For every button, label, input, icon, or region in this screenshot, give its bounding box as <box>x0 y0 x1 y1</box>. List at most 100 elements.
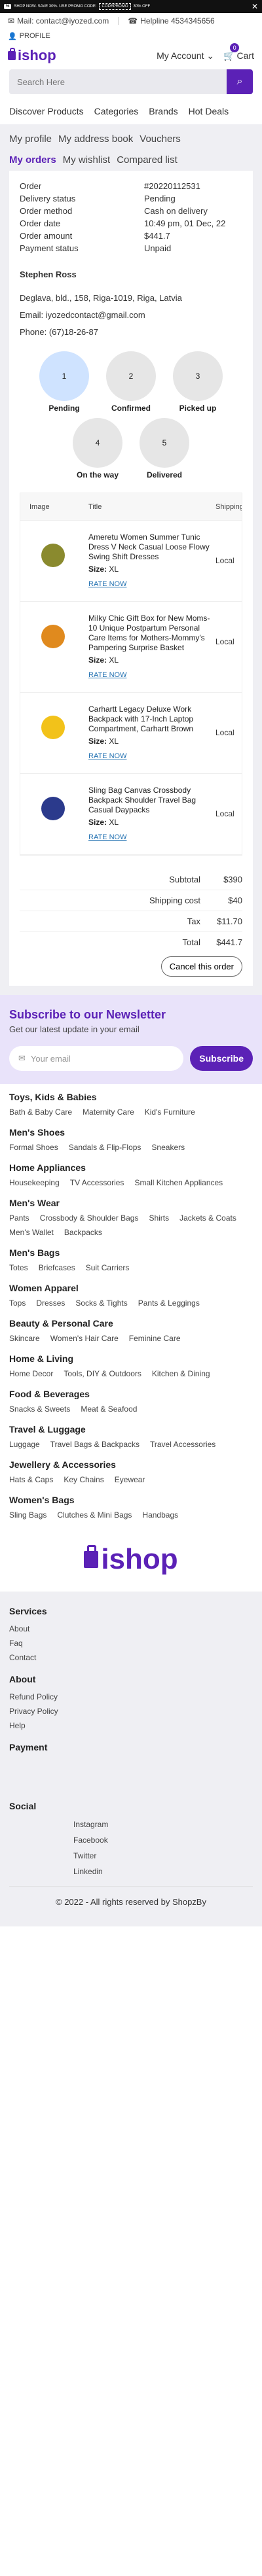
category-link[interactable]: Sling Bags <box>9 1510 47 1520</box>
category-link[interactable]: Small Kitchen Appliances <box>134 1178 223 1187</box>
category-group-title[interactable]: Men's Bags <box>9 1247 253 1258</box>
category-link[interactable]: Crossbody & Shoulder Bags <box>40 1213 139 1223</box>
footer-link-refund[interactable]: Refund Policy <box>9 1690 253 1704</box>
category-link[interactable]: Clutches & Mini Bags <box>57 1510 132 1520</box>
footer-link-contact[interactable]: Contact <box>9 1650 253 1665</box>
footer-link-about[interactable]: About <box>9 1622 253 1636</box>
category-link[interactable]: Pants & Leggings <box>138 1298 200 1308</box>
category-link[interactable]: Travel Accessories <box>150 1440 215 1449</box>
rate-now-link[interactable]: RATE NOW <box>88 670 126 680</box>
product-image[interactable] <box>41 544 65 567</box>
category-link[interactable]: Maternity Care <box>83 1107 134 1117</box>
brand-logo[interactable]: ishop <box>8 47 56 64</box>
social-instagram[interactable]: Instagram <box>9 1817 253 1832</box>
footer-link-privacy[interactable]: Privacy Policy <box>9 1704 253 1718</box>
category-link[interactable]: Kid's Furniture <box>145 1107 195 1117</box>
nav-brands[interactable]: Brands <box>149 106 178 116</box>
category-link[interactable]: Handbags <box>142 1510 178 1520</box>
category-link[interactable]: Dresses <box>36 1298 65 1308</box>
category-link[interactable]: Luggage <box>9 1440 40 1449</box>
category-link[interactable]: TV Accessories <box>70 1178 124 1187</box>
category-group-title[interactable]: Home Appliances <box>9 1162 253 1173</box>
category-link[interactable]: Eyewear <box>115 1475 145 1484</box>
product-image[interactable] <box>41 797 65 820</box>
category-link[interactable]: Home Decor <box>9 1369 53 1378</box>
category-group-title[interactable]: Food & Beverages <box>9 1389 253 1399</box>
tab-my-profile[interactable]: My profile <box>9 133 52 145</box>
category-group-title[interactable]: Home & Living <box>9 1353 253 1364</box>
product-image[interactable] <box>41 625 65 648</box>
category-link[interactable]: Shirts <box>149 1213 169 1223</box>
my-account-menu[interactable]: My Account ⌄ <box>157 50 214 61</box>
category-group-title[interactable]: Toys, Kids & Babies <box>9 1092 253 1102</box>
rate-now-link[interactable]: RATE NOW <box>88 833 126 843</box>
social-twitter[interactable]: Twitter <box>9 1848 253 1864</box>
product-title[interactable]: Sling Bag Canvas Crossbody Backpack Shou… <box>88 786 210 815</box>
category-link[interactable]: Meat & Seafood <box>81 1404 137 1414</box>
cancel-order-button[interactable]: Cancel this order <box>160 956 242 977</box>
footer-link-faq[interactable]: Faq <box>9 1636 253 1650</box>
category-link[interactable]: Men's Wallet <box>9 1228 54 1237</box>
category-link[interactable]: Sandals & Flip-Flops <box>69 1143 141 1152</box>
close-icon[interactable]: ✕ <box>252 2 258 11</box>
product-title[interactable]: Ameretu Women Summer Tunic Dress V Neck … <box>88 532 210 562</box>
mail-info[interactable]: ✉ Mail: contact@iyozed.com <box>8 16 109 26</box>
category-link[interactable]: Hats & Caps <box>9 1475 53 1484</box>
tab-my-wishlist[interactable]: My wishlist <box>63 154 111 165</box>
category-link[interactable]: Skincare <box>9 1334 40 1343</box>
promo-code[interactable]: CODEPROMO <box>99 3 131 10</box>
product-title[interactable]: Carhartt Legacy Deluxe Work Backpack wit… <box>88 705 210 734</box>
category-group-title[interactable]: Men's Shoes <box>9 1127 253 1138</box>
category-link[interactable]: Women's Hair Care <box>50 1334 119 1343</box>
cart-button[interactable]: 🛒 0 Cart <box>223 43 254 61</box>
category-link[interactable]: Pants <box>9 1213 29 1223</box>
footer-logo[interactable]: ishop <box>0 1530 262 1592</box>
subscribe-button[interactable]: Subscribe <box>190 1046 253 1071</box>
tab-address-book[interactable]: My address book <box>58 133 133 145</box>
product-title[interactable]: Milky Chic Gift Box for New Moms- 10 Uni… <box>88 614 210 653</box>
nav-categories[interactable]: Categories <box>94 106 139 116</box>
social-facebook[interactable]: Facebook <box>9 1832 253 1848</box>
profile-link[interactable]: 👤 PROFILE <box>0 29 262 43</box>
nav-discover-products[interactable]: Discover Products <box>9 106 84 116</box>
product-image[interactable] <box>41 716 65 739</box>
search-input[interactable] <box>9 69 227 94</box>
tab-vouchers[interactable]: Vouchers <box>140 133 181 145</box>
email-field[interactable]: ✉ Your email <box>9 1046 184 1071</box>
category-link[interactable]: Tools, DIY & Outdoors <box>64 1369 141 1378</box>
category-link[interactable]: Sneakers <box>151 1143 185 1152</box>
category-group-title[interactable]: Women's Bags <box>9 1495 253 1505</box>
category-group-title[interactable]: Beauty & Personal Care <box>9 1318 253 1329</box>
rate-now-link[interactable]: RATE NOW <box>88 752 126 761</box>
field-value: $441.7 <box>144 231 170 241</box>
search-button[interactable]: ⌕ <box>227 69 253 94</box>
category-link[interactable]: Kitchen & Dining <box>152 1369 210 1378</box>
tab-compared-list[interactable]: Compared list <box>117 154 178 165</box>
category-link[interactable]: Briefcases <box>39 1263 75 1272</box>
category-link[interactable]: Jackets & Coats <box>179 1213 236 1223</box>
category-link[interactable]: Key Chains <box>64 1475 103 1484</box>
social-heading: Social <box>9 1801 37 1811</box>
category-link[interactable]: Snacks & Sweets <box>9 1404 70 1414</box>
rate-now-link[interactable]: RATE NOW <box>88 580 126 589</box>
category-group-title[interactable]: Travel & Luggage <box>9 1424 253 1435</box>
category-link[interactable]: Formal Shoes <box>9 1143 58 1152</box>
phone-info[interactable]: ☎ Helpline 4534345656 <box>128 16 214 26</box>
category-group-title[interactable]: Women Apparel <box>9 1283 253 1293</box>
category-link[interactable]: Housekeeping <box>9 1178 60 1187</box>
table-row: Milky Chic Gift Box for New Moms- 10 Uni… <box>20 602 242 693</box>
category-link[interactable]: Bath & Baby Care <box>9 1107 72 1117</box>
nav-hot-deals[interactable]: Hot Deals <box>189 106 229 116</box>
category-link[interactable]: Totes <box>9 1263 28 1272</box>
tab-my-orders[interactable]: My orders <box>9 154 56 165</box>
category-link[interactable]: Travel Bags & Backpacks <box>50 1440 140 1449</box>
category-link[interactable]: Backpacks <box>64 1228 102 1237</box>
category-link[interactable]: Socks & Tights <box>75 1298 127 1308</box>
category-link[interactable]: Suit Carriers <box>86 1263 130 1272</box>
category-group-title[interactable]: Men's Wear <box>9 1198 253 1208</box>
footer-link-help[interactable]: Help <box>9 1718 253 1733</box>
category-group-title[interactable]: Jewellery & Accessories <box>9 1459 253 1470</box>
social-linkedin[interactable]: Linkedin <box>9 1864 253 1879</box>
category-link[interactable]: Feminine Care <box>129 1334 181 1343</box>
category-link[interactable]: Tops <box>9 1298 26 1308</box>
